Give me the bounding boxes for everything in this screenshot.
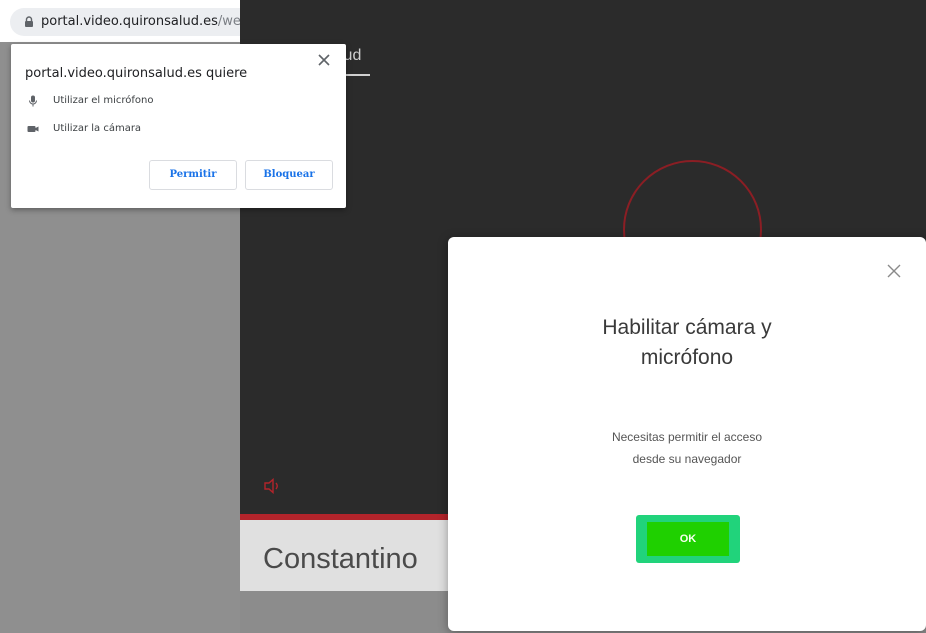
modal-title-line: Habilitar cámara y: [602, 316, 772, 339]
modal-message: Necesitas permitir el acceso desde su na…: [448, 426, 926, 470]
permission-title: portal.video.quironsalud.es quiere: [25, 66, 248, 81]
modal-message-line: Necesitas permitir el acceso: [611, 430, 763, 444]
close-icon[interactable]: [886, 263, 902, 279]
permission-item-label: Utilizar el micrófono: [53, 95, 154, 106]
close-icon[interactable]: [317, 53, 331, 67]
ok-button-label: OK: [647, 522, 729, 556]
modal-message-line: desde su navegador: [632, 452, 742, 466]
lock-icon[interactable]: [23, 16, 35, 28]
ok-button[interactable]: OK: [636, 515, 740, 563]
permission-modal: Habilitar cámara y micrófono Necesitas p…: [448, 237, 926, 631]
block-button[interactable]: Bloquear: [245, 160, 333, 190]
speaker-icon[interactable]: [263, 478, 283, 494]
modal-title: Habilitar cámara y micrófono: [448, 313, 926, 373]
allow-button[interactable]: Permitir: [149, 160, 237, 190]
camera-icon: [27, 126, 39, 132]
microphone-icon: [29, 95, 37, 107]
permission-popup: portal.video.quironsalud.es quiere Utili…: [11, 44, 346, 208]
permission-item-label: Utilizar la cámara: [53, 123, 142, 134]
url-host: portal.video.quironsalud.es: [41, 14, 218, 29]
caller-name: Constantino: [263, 543, 418, 575]
modal-title-line: micrófono: [640, 346, 734, 369]
